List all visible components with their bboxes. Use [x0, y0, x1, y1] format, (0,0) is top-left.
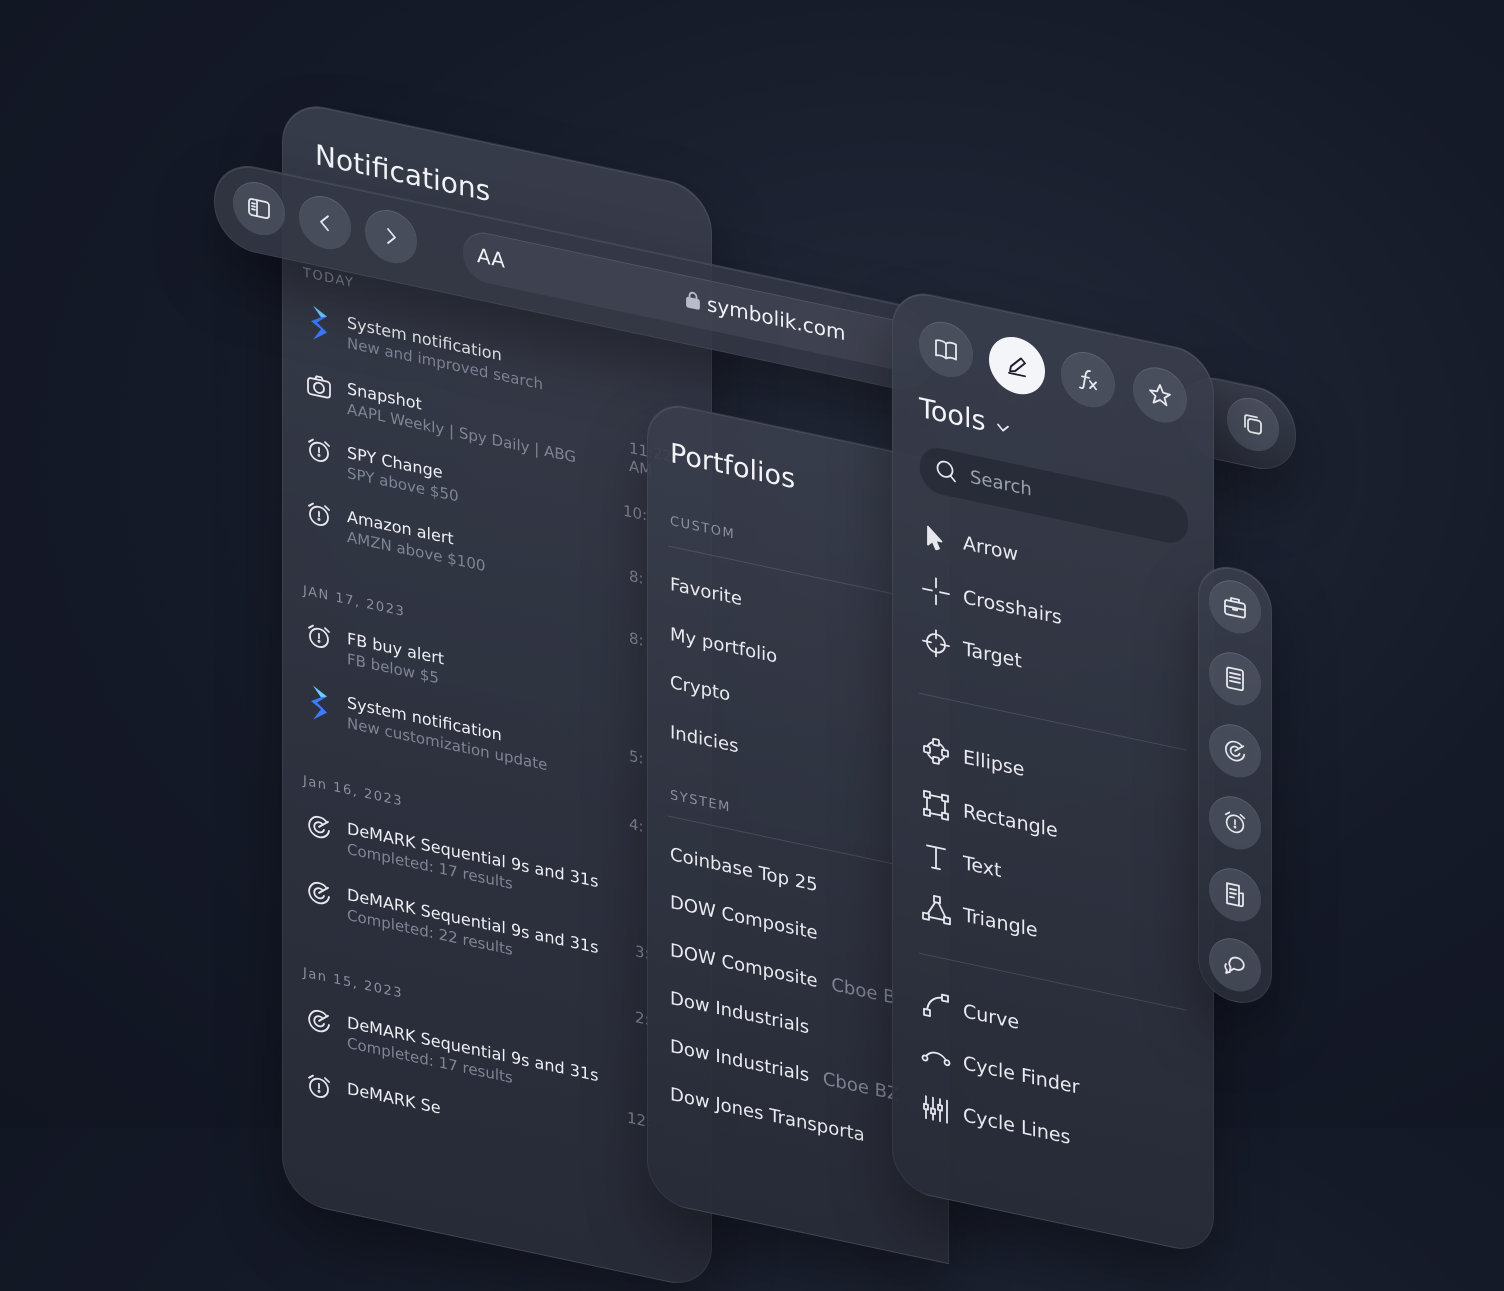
book-icon	[935, 339, 957, 361]
camera-icon	[307, 375, 331, 399]
document-icon	[1226, 882, 1244, 908]
portfolio-name: DOW Composite	[670, 939, 818, 993]
portfolios-title: Portfolios	[670, 437, 796, 496]
notification-time: 10:	[623, 501, 648, 525]
section-jan-16: Jan 16, 2023	[303, 773, 404, 810]
notification-time: 8:	[629, 566, 644, 588]
demark-icon	[308, 815, 330, 839]
tools-title[interactable]: Tools	[919, 393, 1012, 444]
rail-watchlist-button[interactable]	[1209, 647, 1261, 711]
right-icon-rail	[1198, 560, 1272, 1010]
alarm-icon	[308, 624, 330, 648]
portfolio-item[interactable]: My portfolio	[670, 624, 777, 668]
tools-panel: Tools Search Arrow Crosshairs Target Ell…	[892, 286, 1214, 1257]
chevron-left-icon	[320, 215, 329, 232]
portfolio-item[interactable]: Crypto	[670, 672, 730, 706]
chevron-right-icon	[387, 228, 396, 244]
tool-label: Target	[963, 638, 1022, 673]
divider	[919, 692, 1187, 751]
portfolio-tag: Cboe B	[831, 974, 896, 1009]
tools-title-text: Tools	[919, 392, 986, 438]
section-jan-17: JAN 17, 2023	[303, 583, 406, 621]
symbolik-logo-icon	[311, 305, 327, 340]
tool-label: Text	[963, 852, 1002, 883]
text-icon	[926, 844, 946, 871]
tool-label: Ellipse	[963, 746, 1025, 782]
rail-portfolio-button[interactable]	[1209, 575, 1261, 639]
demark-icon	[308, 1009, 330, 1033]
list-icon	[1226, 666, 1244, 692]
tab-favorites[interactable]	[1133, 362, 1187, 428]
triangle-icon	[922, 895, 951, 926]
portfolio-tag: Cboe BZ	[822, 1068, 900, 1106]
text-size-button[interactable]: AA	[477, 243, 505, 273]
briefcase-icon	[1224, 597, 1246, 619]
alarm-icon	[308, 502, 330, 526]
curve-icon	[923, 993, 949, 1017]
tab-book[interactable]	[919, 316, 973, 383]
portfolio-item[interactable]: Favorite	[670, 574, 742, 610]
divider	[919, 952, 1187, 1011]
cycle-lines-icon	[923, 1095, 948, 1124]
tools-search[interactable]: Search	[919, 442, 1189, 549]
sidebar-toggle-button[interactable]	[233, 177, 285, 241]
rail-alerts-button[interactable]	[1209, 791, 1261, 855]
crosshairs-icon	[922, 577, 950, 606]
notification-time: 8:	[629, 628, 644, 650]
cycle-finder-icon	[921, 1051, 951, 1067]
tool-label: Cycle Lines	[963, 1104, 1071, 1149]
forward-button[interactable]	[365, 205, 417, 269]
chat-icon	[1224, 956, 1245, 974]
notification-item[interactable]: DeMARK Sequential 9s and 31s Completed: …	[305, 810, 695, 893]
demark-icon	[308, 881, 330, 905]
url-text: symbolik.com	[707, 291, 846, 346]
portfolio-item[interactable]: Dow Industrials	[670, 988, 809, 1039]
target-icon	[922, 629, 950, 658]
tab-functions[interactable]	[1061, 346, 1115, 413]
pencil-icon	[1008, 357, 1026, 378]
portfolio-item[interactable]: Coinbase Top 25	[670, 844, 818, 896]
tool-label: Crosshairs	[963, 586, 1062, 630]
ellipse-icon	[923, 737, 949, 765]
symbolik-logo-icon	[311, 685, 327, 720]
search-placeholder: Search	[970, 466, 1032, 501]
portfolio-name: Dow Industrials	[670, 1035, 810, 1087]
alarm-icon	[308, 438, 330, 462]
star-icon	[1149, 384, 1171, 407]
alarm-icon	[1224, 811, 1246, 834]
section-custom: CUSTOM	[670, 513, 736, 543]
portfolio-item[interactable]: Indicies	[670, 722, 739, 758]
tabs-button[interactable]	[1227, 392, 1279, 457]
portfolio-item[interactable]: DOW Composite	[670, 892, 818, 944]
notification-title: DeMARK Se	[347, 1078, 441, 1118]
rail-demark-button[interactable]	[1209, 719, 1261, 783]
section-system: SYSTEM	[670, 787, 731, 816]
alarm-icon	[308, 1074, 330, 1098]
demark-icon	[1225, 740, 1246, 762]
notification-time: 5:	[629, 746, 644, 768]
notification-item[interactable]: System notification New customization up…	[305, 684, 695, 774]
lock-icon	[686, 291, 700, 310]
notification-item[interactable]: FB buy alert FB below $5 8:	[305, 620, 695, 703]
tool-label: Cycle Finder	[963, 1052, 1080, 1099]
tool-label: Triangle	[963, 904, 1038, 942]
tabs-icon	[1244, 414, 1262, 435]
rectangle-icon	[923, 789, 949, 821]
sidebar-icon	[248, 198, 270, 220]
back-button[interactable]	[299, 191, 351, 255]
tool-label: Curve	[963, 1000, 1020, 1035]
rail-chat-button[interactable]	[1209, 933, 1261, 997]
notification-item[interactable]: DeMARK Sequential 9s and 31s Completed: …	[305, 1004, 695, 1087]
notification-time: 4:	[629, 814, 644, 836]
function-icon	[1079, 370, 1097, 391]
tool-label: Arrow	[963, 532, 1019, 566]
arrow-cursor-icon	[927, 525, 943, 551]
chevron-down-icon	[997, 423, 1010, 432]
rail-news-button[interactable]	[1209, 863, 1261, 927]
tab-draw[interactable]	[989, 331, 1045, 400]
section-jan-15: Jan 15, 2023	[303, 965, 404, 1002]
tool-label: Rectangle	[963, 800, 1058, 843]
search-icon	[936, 460, 956, 483]
